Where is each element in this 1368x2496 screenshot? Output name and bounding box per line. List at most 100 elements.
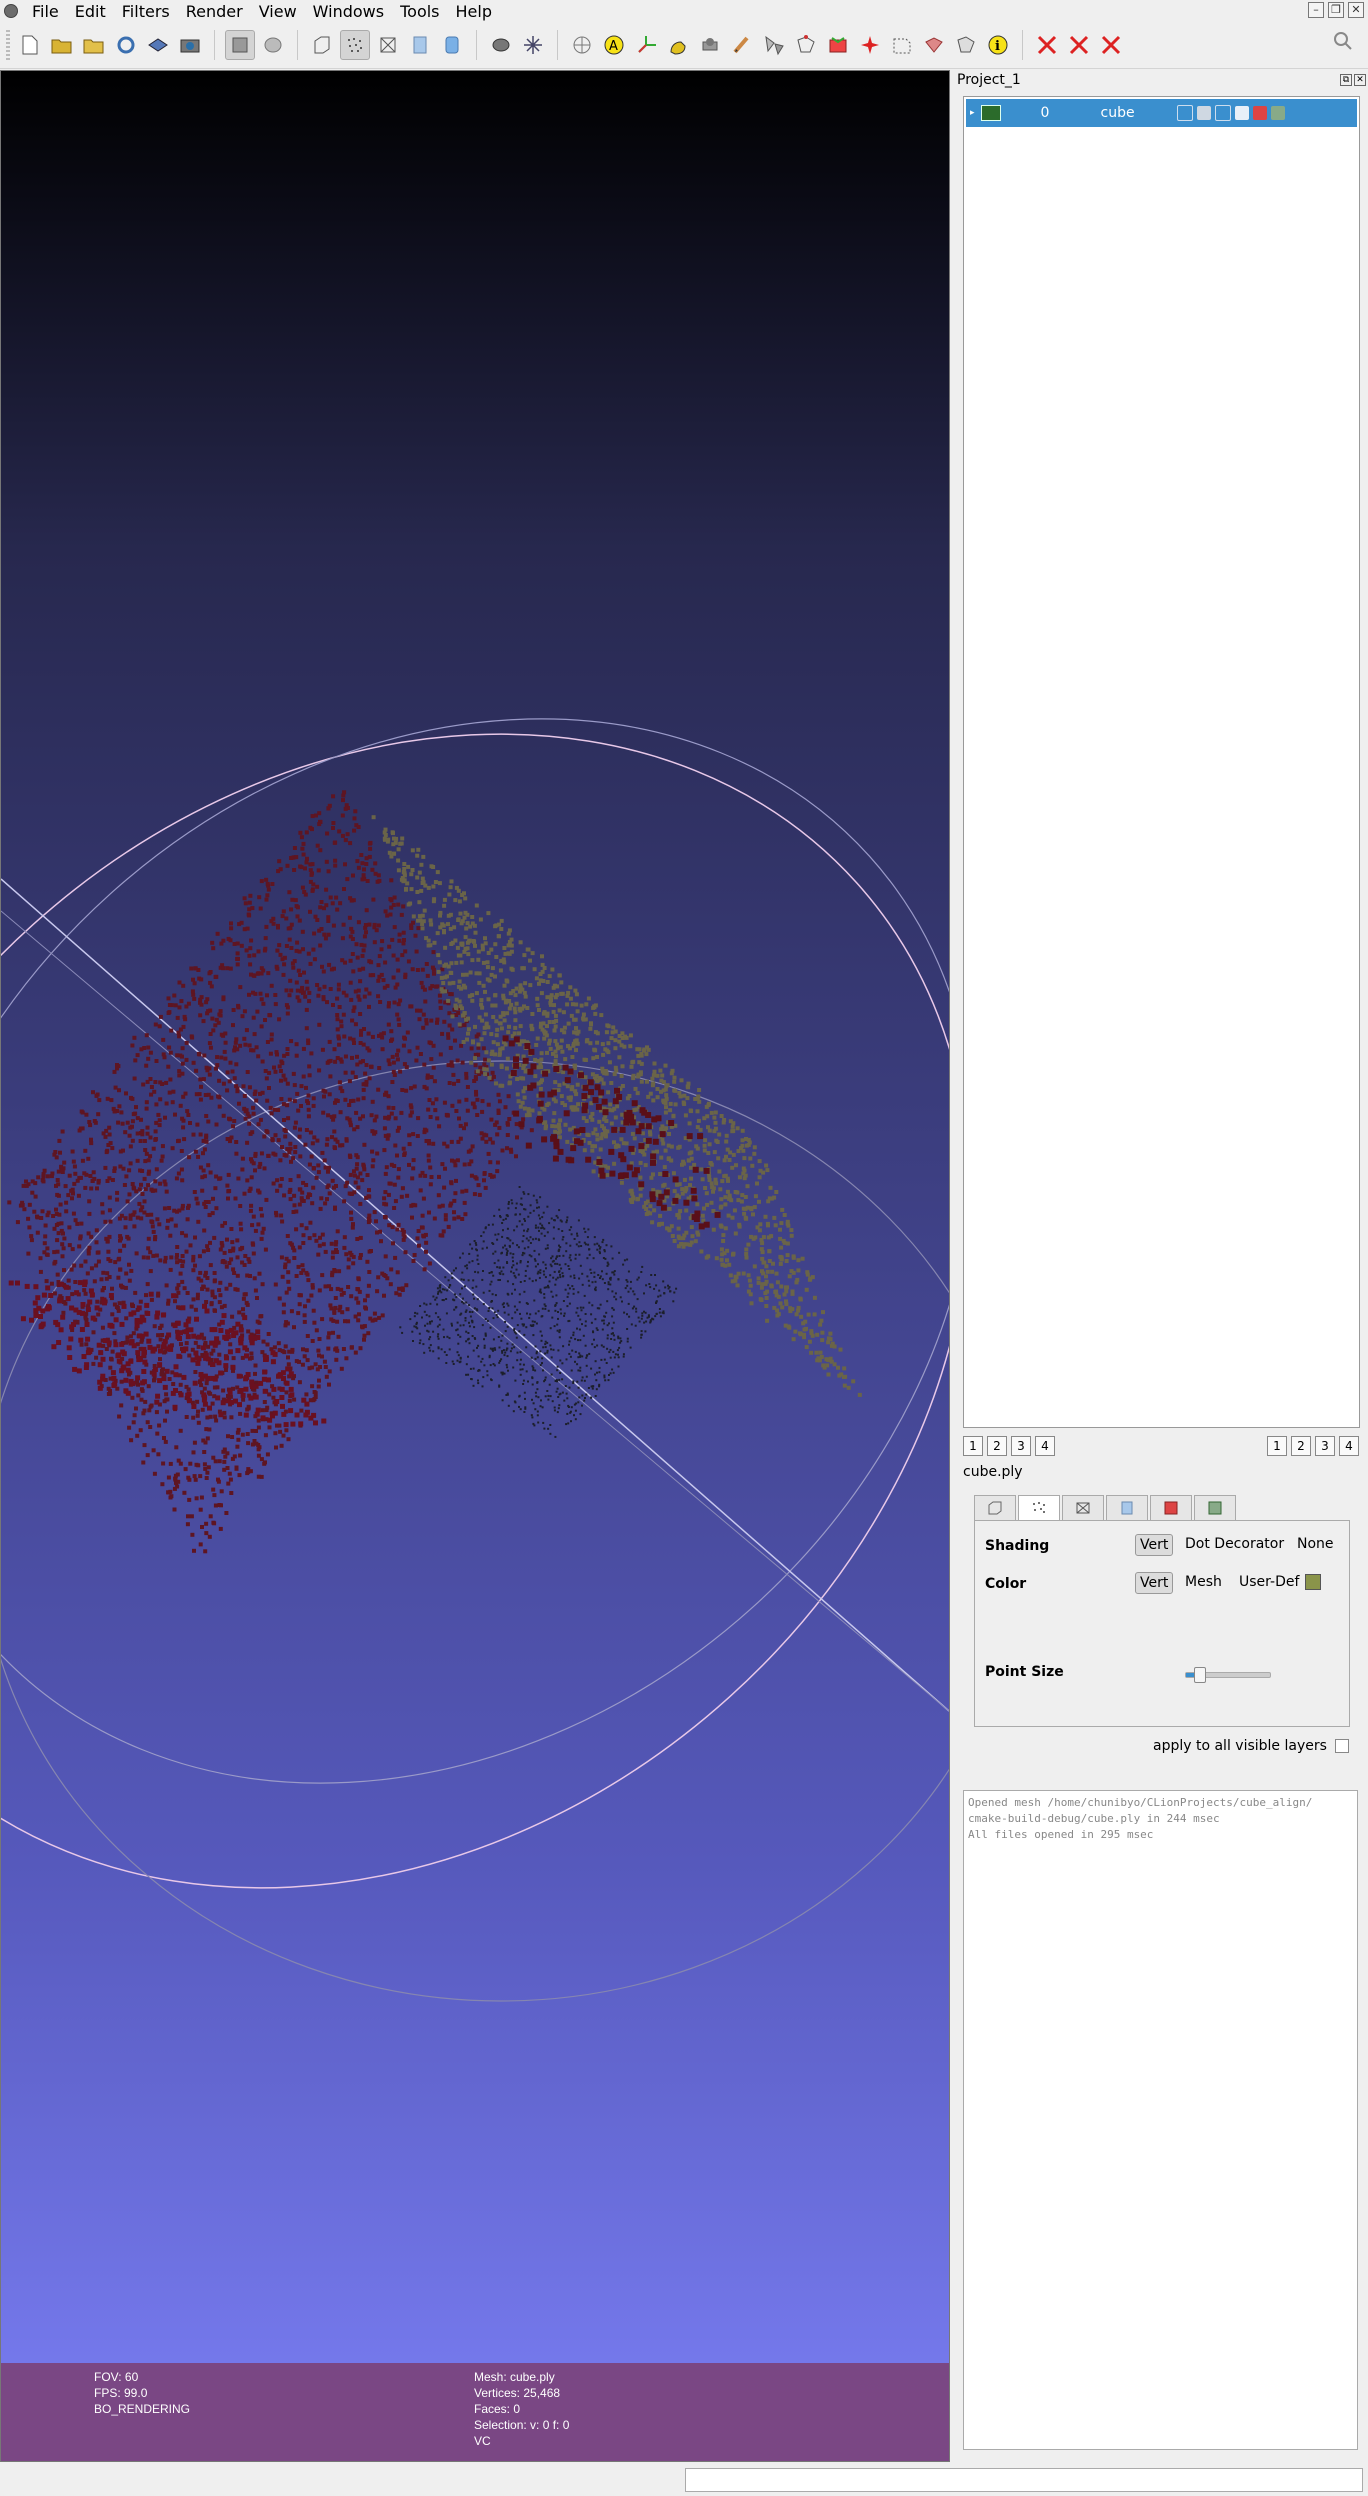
select-connected-icon[interactable] (920, 31, 948, 59)
point-cloud-vertex (561, 1230, 564, 1232)
point-cloud-vertex (356, 1318, 361, 1323)
point-cloud-vertex (637, 1276, 640, 1279)
point-cloud-vertex (355, 1287, 360, 1291)
point-cloud-vertex (567, 1265, 570, 1267)
select-faces-icon[interactable] (760, 31, 788, 59)
menu-help[interactable]: Help (448, 2, 500, 21)
close-icon[interactable]: ✕ (1348, 2, 1364, 18)
point-cloud-vertex (242, 896, 247, 901)
search-icon[interactable] (1332, 30, 1354, 56)
point-cloud-vertex (502, 1018, 507, 1023)
point-cloud-vertex (712, 1115, 717, 1120)
toolbar-grip[interactable] (6, 30, 10, 60)
delete-all-icon[interactable] (1097, 31, 1125, 59)
info-icon[interactable]: i (984, 31, 1012, 59)
point-cloud-vertex (506, 1342, 509, 1345)
open-project-icon[interactable] (48, 31, 76, 59)
point-cloud-vertex (598, 1366, 601, 1369)
point-cloud-vertex (446, 922, 450, 927)
measure-icon[interactable] (696, 31, 724, 59)
bbox-icon[interactable] (308, 31, 336, 59)
point-cloud-vertex (442, 1100, 447, 1105)
point-cloud-vertex (364, 987, 369, 992)
reload-icon[interactable] (112, 31, 140, 59)
wire-icon[interactable] (374, 31, 402, 59)
minimize-icon[interactable]: – (1308, 2, 1324, 18)
point-cloud-vertex (418, 1052, 423, 1056)
flat-icon[interactable] (406, 31, 434, 59)
point-cloud-vertex (502, 946, 507, 950)
point-cloud-vertex (343, 1070, 348, 1075)
point-cloud-vertex (124, 1316, 129, 1321)
point-cloud-vertex (524, 1397, 526, 1400)
point-cloud-vertex (367, 1218, 372, 1223)
point-cloud-vertex (166, 1011, 171, 1015)
select-region-icon[interactable] (952, 31, 980, 59)
point-cloud-vertex (451, 980, 456, 985)
brush-icon[interactable] (728, 31, 756, 59)
smooth-icon[interactable] (438, 31, 466, 59)
3d-viewport[interactable]: FOV: 60 FPS: 99.0 BO_RENDERING Mesh: cub… (0, 70, 950, 2462)
point-cloud-vertex (138, 1168, 143, 1173)
select-polygon-icon[interactable] (888, 31, 916, 59)
move-selection-icon[interactable] (856, 31, 884, 59)
point-cloud-vertex (568, 1097, 573, 1102)
point-cloud-vertex (492, 1349, 494, 1352)
open-mesh-icon[interactable] (80, 31, 108, 59)
point-cloud-vertex (481, 1385, 484, 1388)
point-cloud-vertex (500, 1339, 503, 1342)
point-cloud-vertex (609, 1121, 614, 1126)
point-cloud-vertex (560, 991, 565, 996)
menu-filters[interactable]: Filters (114, 2, 178, 21)
annotation-icon[interactable]: A (600, 31, 628, 59)
menu-windows[interactable]: Windows (305, 2, 392, 21)
texture-icon[interactable] (259, 31, 287, 59)
menu-edit[interactable]: Edit (67, 2, 114, 21)
point-cloud-vertex (146, 1255, 151, 1260)
save-icon[interactable] (144, 31, 172, 59)
point-cloud-vertex (433, 880, 438, 884)
point-cloud-vertex (349, 1345, 354, 1350)
point-cloud-vertex (349, 926, 354, 931)
point-cloud-vertex (353, 1180, 358, 1185)
point-cloud-vertex (726, 1178, 730, 1183)
point-cloud-vertex (434, 1312, 437, 1315)
point-cloud-vertex (388, 1282, 393, 1287)
points-icon[interactable] (340, 30, 370, 60)
point-cloud-vertex (539, 1350, 542, 1353)
point-cloud-vertex (725, 1248, 730, 1253)
point-cloud-vertex (505, 1214, 508, 1217)
menu-render[interactable]: Render (178, 2, 251, 21)
point-cloud-vertex (445, 1113, 450, 1118)
menu-file[interactable]: File (24, 2, 67, 21)
paint-icon[interactable] (664, 31, 692, 59)
point-cloud-vertex (251, 1105, 256, 1110)
delete-faces-icon[interactable] (1033, 31, 1061, 59)
select-vertices-icon[interactable] (792, 31, 820, 59)
point-cloud-vertex (188, 1121, 192, 1125)
point-cloud-vertex (495, 1160, 500, 1165)
snapshot-icon[interactable] (176, 31, 204, 59)
pick-points-icon[interactable] (568, 31, 596, 59)
point-cloud-vertex (256, 1122, 261, 1127)
point-cloud-vertex (30, 1179, 35, 1184)
point-cloud-vertex (575, 1107, 580, 1112)
new-project-icon[interactable] (16, 31, 44, 59)
layers-icon[interactable] (225, 30, 255, 60)
point-cloud-vertex (335, 1348, 340, 1353)
point-cloud-vertex (637, 1060, 642, 1065)
point-cloud-vertex (208, 1391, 213, 1396)
georef-icon[interactable] (824, 31, 852, 59)
point-cloud-vertex (566, 1305, 569, 1308)
delete-vertices-icon[interactable] (1065, 31, 1093, 59)
align-icon[interactable] (487, 31, 515, 59)
point-cloud-vertex (396, 968, 401, 973)
point-cloud-vertex (370, 1034, 375, 1039)
axis-icon[interactable] (632, 31, 660, 59)
point-cloud-vertex (337, 1269, 342, 1274)
restore-icon[interactable]: ❐ (1328, 2, 1344, 18)
point-cloud-vertex (521, 1117, 526, 1122)
menu-tools[interactable]: Tools (392, 2, 447, 21)
menu-view[interactable]: View (251, 2, 305, 21)
manipulator-icon[interactable] (519, 31, 547, 59)
